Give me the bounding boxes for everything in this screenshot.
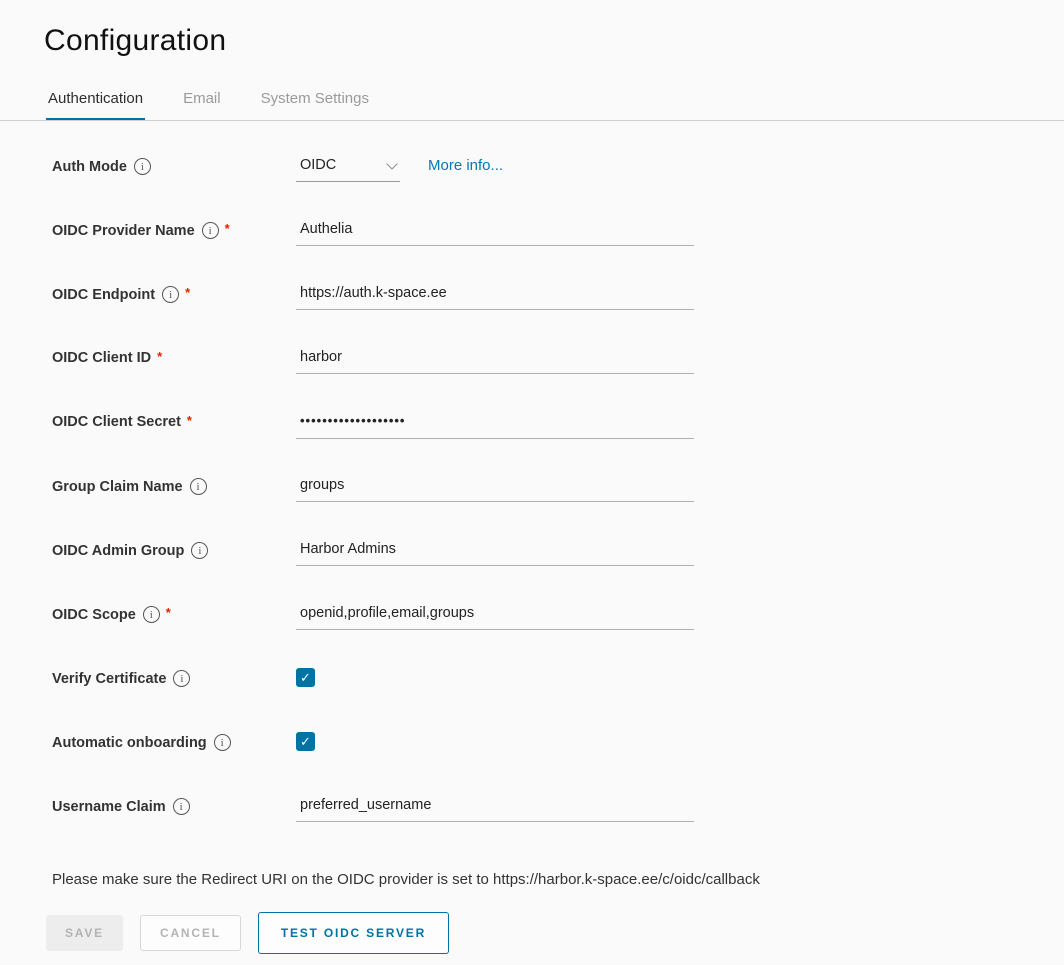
- scope-label: OIDC Scope: [52, 607, 136, 623]
- client-secret-input[interactable]: [296, 411, 694, 439]
- endpoint-input[interactable]: [296, 283, 694, 310]
- auth-mode-select[interactable]: OIDC: [296, 155, 400, 182]
- group-claim-label: Group Claim Name: [52, 479, 183, 495]
- info-icon[interactable]: i: [202, 222, 219, 239]
- form-row-client-id: OIDC Client ID *: [52, 335, 1064, 399]
- client-secret-label: OIDC Client Secret: [52, 414, 181, 430]
- scope-input[interactable]: [296, 603, 694, 630]
- group-claim-input[interactable]: [296, 475, 694, 502]
- info-icon[interactable]: i: [214, 734, 231, 751]
- test-oidc-server-button[interactable]: TEST OIDC SERVER: [258, 912, 449, 954]
- required-asterisk: *: [187, 413, 192, 428]
- admin-group-input[interactable]: [296, 539, 694, 566]
- form-row-verify-certificate: Verify Certificate i ✓: [52, 655, 1064, 719]
- automatic-onboarding-label: Automatic onboarding: [52, 735, 207, 751]
- info-icon[interactable]: i: [190, 478, 207, 495]
- more-info-link[interactable]: More info...: [428, 155, 503, 174]
- form-row-auth-mode: Auth Mode i OIDC More info...: [52, 143, 1064, 207]
- form-row-provider-name: OIDC Provider Name i *: [52, 207, 1064, 271]
- page-title: Configuration: [44, 24, 1064, 58]
- tab-bar: Authentication Email System Settings: [44, 84, 1064, 121]
- save-button[interactable]: SAVE: [46, 915, 123, 951]
- tab-email[interactable]: Email: [181, 84, 223, 121]
- info-icon[interactable]: i: [191, 542, 208, 559]
- info-icon[interactable]: i: [134, 158, 151, 175]
- auth-config-form: Auth Mode i OIDC More info... OIDC Provi…: [52, 143, 1064, 847]
- button-bar: SAVE CANCEL TEST OIDC SERVER: [46, 912, 1064, 954]
- verify-certificate-label: Verify Certificate: [52, 671, 166, 687]
- tab-divider: [0, 120, 1064, 121]
- tab-authentication[interactable]: Authentication: [46, 84, 145, 121]
- configuration-page: Configuration Authentication Email Syste…: [0, 0, 1064, 954]
- cancel-button[interactable]: CANCEL: [140, 915, 241, 951]
- form-row-group-claim: Group Claim Name i: [52, 463, 1064, 527]
- admin-group-label: OIDC Admin Group: [52, 543, 184, 559]
- username-claim-input[interactable]: [296, 795, 694, 822]
- automatic-onboarding-checkbox[interactable]: ✓: [296, 732, 315, 751]
- info-icon[interactable]: i: [143, 606, 160, 623]
- form-row-client-secret: OIDC Client Secret *: [52, 399, 1064, 463]
- required-asterisk: *: [185, 285, 190, 300]
- required-asterisk: *: [157, 349, 162, 364]
- form-row-endpoint: OIDC Endpoint i *: [52, 271, 1064, 335]
- info-icon[interactable]: i: [173, 798, 190, 815]
- endpoint-label: OIDC Endpoint: [52, 287, 155, 303]
- tab-system-settings[interactable]: System Settings: [259, 84, 371, 121]
- form-row-admin-group: OIDC Admin Group i: [52, 527, 1064, 591]
- provider-name-label: OIDC Provider Name: [52, 223, 195, 239]
- auth-mode-label: Auth Mode: [52, 159, 127, 175]
- auth-mode-selected-value: OIDC: [300, 157, 336, 173]
- chevron-down-icon: [386, 158, 397, 169]
- info-icon[interactable]: i: [173, 670, 190, 687]
- info-icon[interactable]: i: [162, 286, 179, 303]
- form-row-username-claim: Username Claim i: [52, 783, 1064, 847]
- client-id-label: OIDC Client ID: [52, 350, 151, 366]
- client-id-input[interactable]: [296, 347, 694, 374]
- form-row-automatic-onboarding: Automatic onboarding i ✓: [52, 719, 1064, 783]
- verify-certificate-checkbox[interactable]: ✓: [296, 668, 315, 687]
- username-claim-label: Username Claim: [52, 799, 166, 815]
- form-row-scope: OIDC Scope i *: [52, 591, 1064, 655]
- required-asterisk: *: [166, 605, 171, 620]
- redirect-uri-note: Please make sure the Redirect URI on the…: [52, 871, 1064, 888]
- required-asterisk: *: [225, 221, 230, 236]
- provider-name-input[interactable]: [296, 219, 694, 246]
